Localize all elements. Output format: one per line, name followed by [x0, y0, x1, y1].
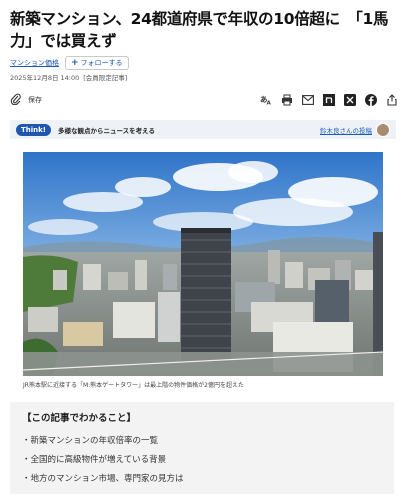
- topic-link[interactable]: マンション価格: [10, 58, 59, 68]
- think-badge[interactable]: Think!: [16, 123, 51, 136]
- avatar[interactable]: [376, 122, 390, 137]
- plus-icon: +: [71, 58, 79, 68]
- think-tagline: 多様な観点からニュースを考える: [58, 126, 155, 135]
- svg-text:A: A: [266, 101, 271, 106]
- follow-button[interactable]: + フォローする: [65, 56, 129, 70]
- save-button[interactable]: 保存: [10, 93, 42, 107]
- summary-item: 全国的に高級物件が増えている背景: [22, 451, 184, 470]
- x-icon[interactable]: [344, 94, 356, 106]
- article-toolbar: 保存 あA: [10, 90, 398, 110]
- facebook-icon[interactable]: [365, 94, 377, 106]
- photo-caption: JR熊本駅に近接する「M:熊本ゲートタワー」は最上階の物件価格が2億円を超えた: [23, 382, 244, 389]
- summary-box: 【この記事でわかること】 新築マンションの年収倍率の一覧 全国的に高級物件が増え…: [10, 402, 394, 494]
- print-icon[interactable]: [281, 94, 293, 106]
- save-label: 保存: [28, 96, 42, 104]
- summary-list: 新築マンションの年収倍率の一覧 全国的に高級物件が増えている背景 地方のマンショ…: [22, 432, 184, 489]
- topic-row: マンション価格 + フォローする: [10, 56, 129, 70]
- expert-post-link[interactable]: 鈴木良さんの投稿: [320, 125, 372, 135]
- note-icon[interactable]: [323, 94, 335, 106]
- follow-label: フォローする: [80, 59, 123, 67]
- summary-title: 【この記事でわかること】: [22, 413, 137, 424]
- members-only-tag: [会員限定記事]: [83, 74, 128, 82]
- share-icon[interactable]: [386, 94, 398, 106]
- article-photo: [23, 152, 383, 376]
- mail-icon[interactable]: [302, 94, 314, 106]
- summary-item: 新築マンションの年収倍率の一覧: [22, 432, 184, 451]
- paperclip-icon: [10, 93, 22, 107]
- article-headline: 新築マンション、24都道府県で年収の10倍超に 「1馬力」では買えず: [10, 10, 389, 50]
- summary-item: 地方のマンション市場、専門家の見方は: [22, 470, 184, 489]
- dateline: 2025年12月8日 14:00 [会員限定記事]: [10, 72, 127, 82]
- think-bar: Think! 多様な観点からニュースを考える 鈴木良さんの投稿: [10, 120, 396, 139]
- city-skyline-image: [23, 152, 383, 376]
- publish-date: 2025年12月8日 14:00: [10, 74, 80, 82]
- text-size-icon[interactable]: あA: [260, 94, 272, 106]
